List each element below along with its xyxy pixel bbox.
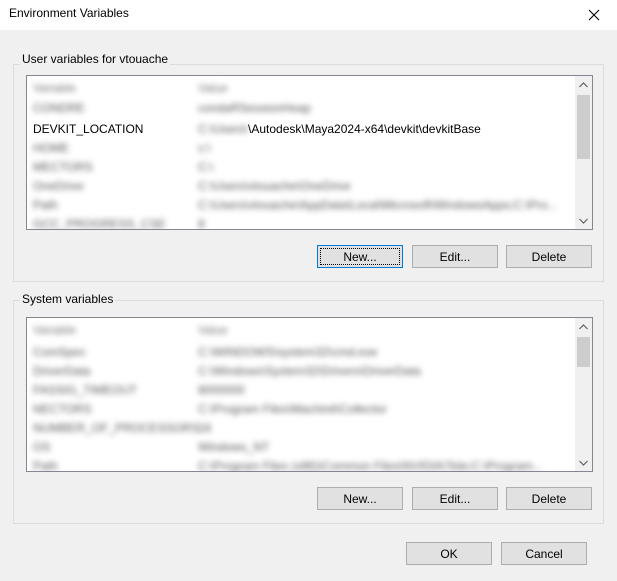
variable-value: C:\Program Files\Machinit\Collector bbox=[198, 402, 387, 416]
header-variable: Variable bbox=[33, 323, 77, 337]
list-item[interactable]: ComSpec C:\WINDOWS\system32\cmd.exe bbox=[27, 343, 577, 362]
scroll-thumb[interactable] bbox=[577, 95, 590, 159]
variable-name: ComSpec bbox=[33, 345, 86, 359]
title-bar: Environment Variables bbox=[0, 0, 617, 30]
scroll-thumb[interactable] bbox=[577, 337, 590, 367]
system-edit-label: Edit... bbox=[439, 491, 471, 506]
header-variable: Variable bbox=[33, 81, 77, 95]
list-item[interactable]: Path C:\Users\vtouache\AppData\Local\Mic… bbox=[27, 196, 577, 215]
user-variables-label: User variables for vtouache bbox=[20, 52, 171, 66]
system-variables-label: System variables bbox=[20, 292, 116, 306]
scroll-up-icon[interactable] bbox=[575, 76, 592, 93]
variable-value: C:\Users\\Autodesk\Maya2024-x64\devkit\d… bbox=[198, 120, 481, 139]
variable-name: OneDrive bbox=[33, 179, 84, 193]
scroll-down-icon[interactable] bbox=[575, 212, 592, 229]
list-item[interactable]: GCC_PROGRESS_CSE 8 bbox=[27, 215, 577, 230]
header-value: Value bbox=[198, 81, 228, 95]
variable-name: DEVKIT_LOCATION bbox=[33, 122, 144, 136]
user-delete-button[interactable]: Delete bbox=[506, 245, 592, 268]
list-item[interactable]: OneDrive C:\Users\vtouache\OneDrive bbox=[27, 177, 577, 196]
user-edit-label: Edit... bbox=[439, 249, 471, 264]
list-item[interactable]: DriverData C:\Windows\System32\Drivers\D… bbox=[27, 362, 577, 381]
variable-name: FASSIG_TIMEOUT bbox=[33, 383, 138, 397]
list-header[interactable]: Variable Value bbox=[27, 321, 577, 340]
system-delete-button[interactable]: Delete bbox=[506, 487, 592, 510]
variable-value: C:\Program Files (x86)\Common Files\NVID… bbox=[198, 459, 543, 472]
variable-value: Windows_NT bbox=[198, 440, 270, 454]
variable-name: MECTORS bbox=[33, 160, 93, 174]
variable-name: Path bbox=[33, 198, 58, 212]
list-item[interactable]: CONDRE condaRSessionHeap bbox=[27, 99, 577, 118]
list-item[interactable]: Path C:\Program Files (x86)\Common Files… bbox=[27, 457, 577, 472]
variable-name: HOME bbox=[33, 141, 69, 155]
variable-value: C:\WINDOWS\system32\cmd.exe bbox=[198, 345, 378, 359]
variable-name: CONDRE bbox=[33, 101, 86, 115]
ok-button[interactable]: OK bbox=[406, 542, 492, 565]
variable-value: C:\Windows\System32\Drivers\DriverData bbox=[198, 364, 421, 378]
list-item[interactable]: HOME c:\ bbox=[27, 139, 577, 158]
variable-value: condaRSessionHeap bbox=[198, 101, 311, 115]
scroll-up-icon[interactable] bbox=[575, 318, 592, 335]
close-icon bbox=[588, 9, 600, 21]
window-title: Environment Variables bbox=[9, 6, 129, 20]
variable-value: C:\Users\vtouache\OneDrive bbox=[198, 179, 351, 193]
list-item[interactable]: NUMBER_OF_PROCESSORS 16 bbox=[27, 419, 577, 438]
system-edit-button[interactable]: Edit... bbox=[412, 487, 498, 510]
list-item[interactable]: MECTORS C:\ bbox=[27, 158, 577, 177]
user-new-button[interactable]: New... bbox=[317, 245, 403, 268]
user-edit-button[interactable]: Edit... bbox=[412, 245, 498, 268]
variable-name: OS bbox=[33, 440, 51, 454]
variable-name: Path bbox=[33, 459, 58, 472]
user-variables-list[interactable]: Variable Value CONDRE condaRSessionHeap … bbox=[26, 75, 593, 230]
cancel-label: Cancel bbox=[525, 546, 563, 561]
variable-value: C:\Users\vtouache\AppData\Local\Microsof… bbox=[198, 198, 558, 212]
variable-name: NECTORS bbox=[33, 402, 92, 416]
list-item[interactable]: NECTORS C:\Program Files\Machinit\Collec… bbox=[27, 400, 577, 419]
variable-name: NUMBER_OF_PROCESSORS bbox=[33, 421, 200, 435]
variable-value: 8 bbox=[198, 217, 205, 230]
system-new-button[interactable]: New... bbox=[317, 487, 403, 510]
list-header[interactable]: Variable Value bbox=[27, 79, 577, 98]
ok-label: OK bbox=[440, 546, 458, 561]
variable-name: GCC_PROGRESS_CSE bbox=[33, 217, 166, 230]
variable-value: 16 bbox=[198, 421, 212, 435]
variable-value: C:\ bbox=[198, 160, 214, 174]
scroll-down-icon[interactable] bbox=[575, 454, 592, 471]
variable-value: 8000000 bbox=[198, 383, 245, 397]
list-item-devkit-location[interactable]: DEVKIT_LOCATION C:\Users\\Autodesk\Maya2… bbox=[27, 120, 577, 139]
variable-value: c:\ bbox=[198, 141, 211, 155]
variable-value-visible: \Autodesk\Maya2024-x64\devkit\devkitBase bbox=[248, 122, 481, 136]
variable-name: DriverData bbox=[33, 364, 91, 378]
system-new-label: New... bbox=[343, 491, 377, 506]
vertical-scrollbar[interactable] bbox=[575, 76, 592, 229]
header-value: Value bbox=[198, 323, 228, 337]
close-button[interactable] bbox=[571, 0, 617, 30]
user-delete-label: Delete bbox=[531, 249, 567, 264]
cancel-button[interactable]: Cancel bbox=[501, 542, 587, 565]
system-variables-list[interactable]: Variable Value ComSpec C:\WINDOWS\system… bbox=[26, 317, 593, 472]
variable-value-redacted: C:\Users\ bbox=[198, 122, 249, 136]
list-item[interactable]: OS Windows_NT bbox=[27, 438, 577, 457]
system-delete-label: Delete bbox=[531, 491, 567, 506]
vertical-scrollbar[interactable] bbox=[575, 318, 592, 471]
focus-rectangle bbox=[320, 248, 400, 265]
list-item[interactable]: FASSIG_TIMEOUT 8000000 bbox=[27, 381, 577, 400]
